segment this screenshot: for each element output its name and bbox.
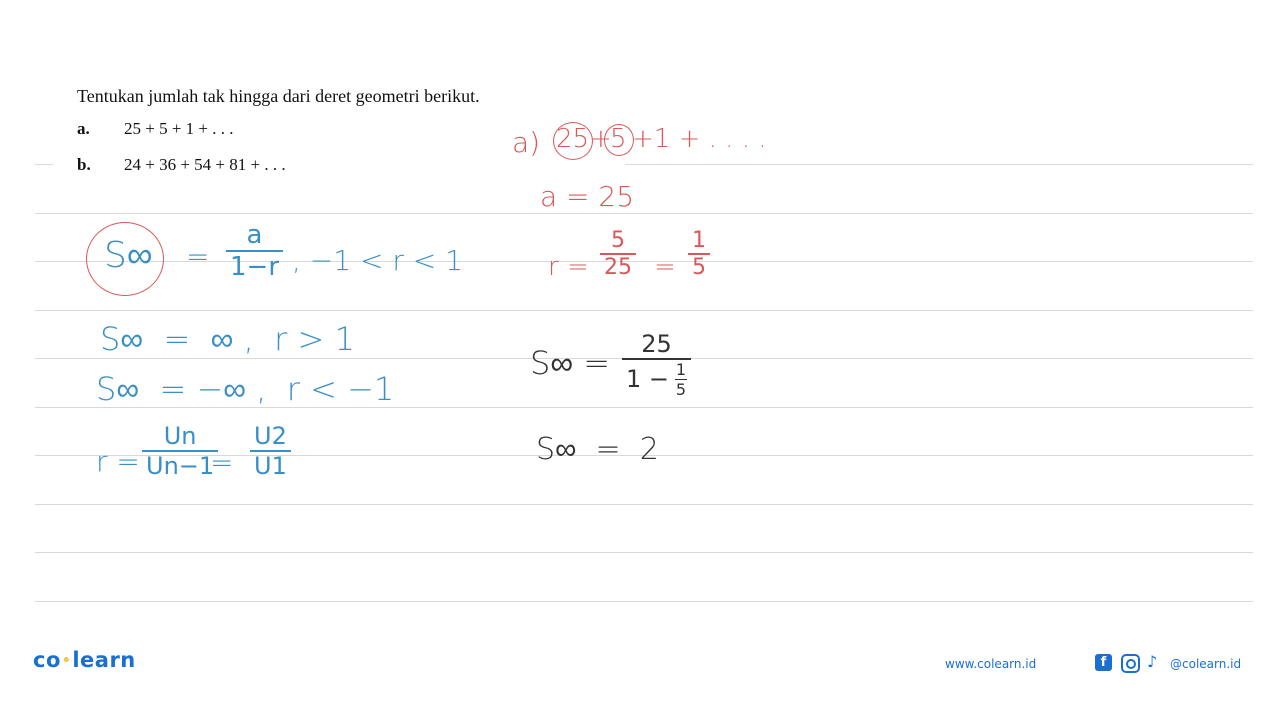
ruled-line [35, 213, 1253, 214]
denominator: 5 [692, 254, 706, 280]
equals-sign: = [210, 446, 234, 479]
equals-sign: = [654, 252, 676, 282]
question-item-a: a. 25 + 5 + 1 + . . . [77, 119, 234, 139]
ratio-label: r = [96, 445, 140, 478]
convergence-condition: , −1 < r < 1 [292, 244, 463, 277]
denominator: Un−1 [146, 451, 215, 480]
fraction-5-over-25: 5 25 [600, 228, 636, 280]
numerator: 5 [611, 228, 625, 253]
ruled-line [35, 601, 1253, 602]
fraction-u2-over-u1: U2 U1 [250, 422, 291, 480]
ruled-line [35, 164, 53, 165]
question-title: Tentukan jumlah tak hingga dari deret ge… [77, 86, 480, 106]
denominator: 1−r [230, 251, 280, 282]
numerator: a [246, 220, 263, 250]
ratio-label: r = [548, 252, 589, 282]
s-infinity-label: S∞ [104, 235, 153, 276]
ruled-line [35, 310, 1253, 311]
fraction-a-over-1-minus-r: a 1−r [226, 220, 284, 282]
series-rest: +1 + . . . . [632, 124, 767, 154]
logo-part-co: co [33, 648, 61, 672]
equals-sign: = [186, 240, 210, 273]
social-handle[interactable]: @colearn.id [1170, 657, 1241, 671]
colearn-logo: co•learn [33, 648, 136, 672]
part-label: a) [512, 126, 541, 159]
numerator: 25 [641, 330, 672, 358]
website-link[interactable]: www.colearn.id [945, 657, 1036, 671]
denominator: U1 [254, 451, 287, 480]
numerator: U2 [254, 422, 287, 450]
question-item-b: b. 24 + 36 + 54 + 81 + . . . [77, 155, 286, 175]
divergent-negative-formula: S∞ = −∞ , r < −1 [96, 370, 395, 408]
sum-label: S∞ = [530, 344, 611, 382]
series-term-first: 25 [556, 124, 590, 154]
instagram-lens [1125, 658, 1136, 669]
ruled-line [35, 261, 1253, 262]
ruled-line [35, 504, 1253, 505]
numerator: Un [163, 422, 197, 450]
first-term-value: a = 25 [540, 180, 635, 213]
item-label: b. [77, 155, 91, 174]
denominator-prefix: 1 − [626, 365, 670, 394]
series-term-second: 5 [610, 124, 627, 154]
item-series: 25 + 5 + 1 + . . . [124, 119, 234, 138]
inner-numerator: 1 [675, 359, 687, 379]
divergent-positive-formula: S∞ = ∞ , r > 1 [100, 320, 355, 358]
inner-fraction: 1 5 [675, 359, 688, 399]
numerator: 1 [692, 228, 706, 253]
denominator: 1 − 1 5 [622, 359, 691, 399]
denominator: 25 [604, 254, 632, 280]
ruled-line [35, 552, 1253, 553]
instagram-icon[interactable] [1121, 654, 1140, 673]
item-series: 24 + 36 + 54 + 81 + . . . [124, 155, 286, 174]
item-label: a. [77, 119, 90, 138]
fraction-1-over-5: 1 5 [688, 228, 710, 280]
facebook-icon[interactable]: f [1095, 654, 1112, 671]
logo-part-learn: learn [72, 648, 136, 672]
ruled-line [625, 164, 1253, 165]
logo-dot: • [61, 653, 72, 669]
sum-result: S∞ = 2 [536, 432, 659, 467]
tiktok-icon[interactable]: ♪ [1147, 652, 1157, 671]
inner-denominator: 5 [675, 380, 687, 399]
fraction-un-over-un-1: Un Un−1 [142, 422, 219, 480]
fraction-25-over-1-minus-1-5: 25 1 − 1 5 [622, 330, 692, 399]
